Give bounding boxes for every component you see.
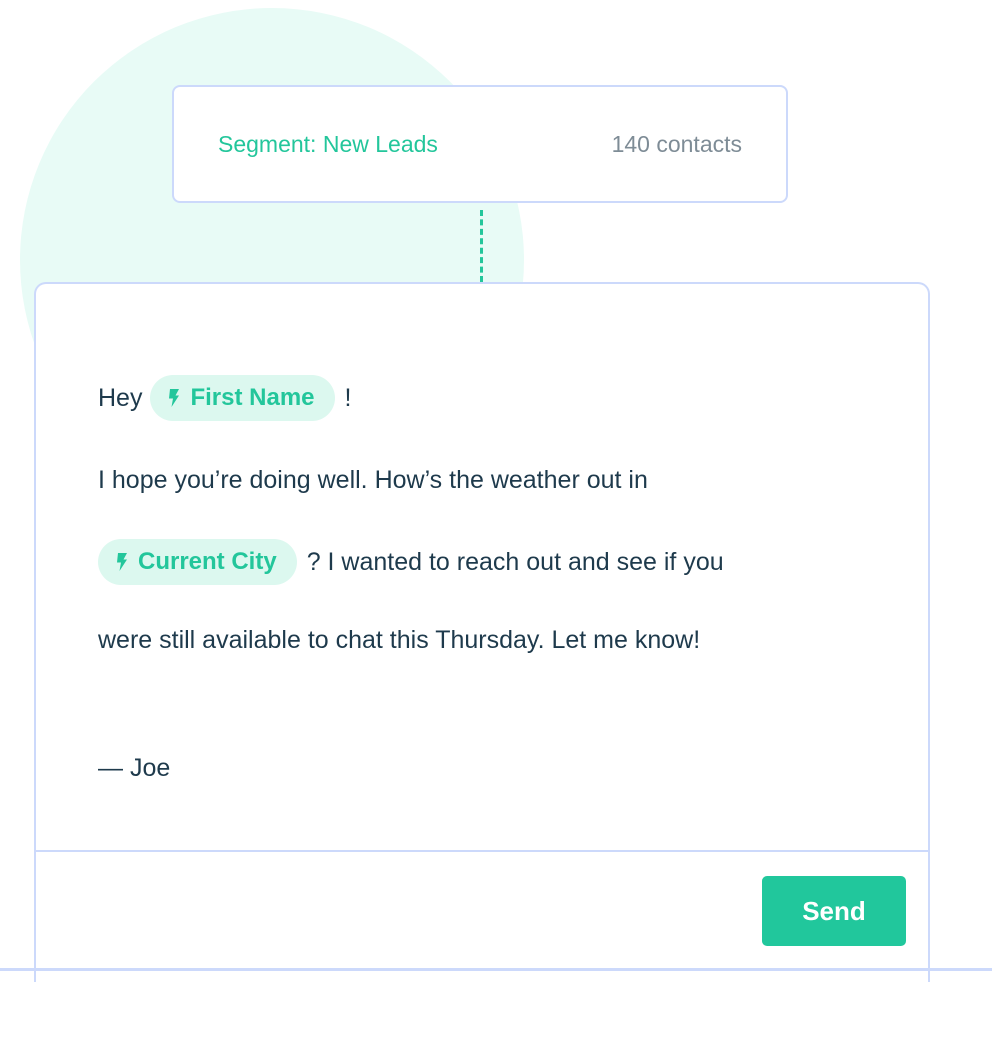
composer-footer-divider bbox=[36, 850, 928, 852]
merge-tag-label: First Name bbox=[190, 384, 315, 411]
merge-tag-current-city[interactable]: Current City bbox=[98, 539, 297, 585]
signature-line: — Joe bbox=[98, 746, 888, 790]
segment-card[interactable]: Segment: New Leads 140 contacts bbox=[172, 85, 788, 203]
segment-contact-count: 140 contacts bbox=[611, 130, 742, 157]
segment-connector-line bbox=[480, 210, 483, 282]
greeting-punctuation: ! bbox=[344, 383, 352, 412]
message-text: ? I wanted to reach out and see if you bbox=[306, 547, 724, 576]
greeting-line: Hey First Name ! bbox=[98, 375, 888, 421]
segment-label: Segment: New Leads bbox=[218, 130, 438, 157]
message-text: I hope you’re doing well. How’s the weat… bbox=[98, 465, 648, 494]
send-button[interactable]: Send bbox=[762, 876, 906, 946]
message-text: were still available to chat this Thursd… bbox=[98, 625, 701, 654]
greeting-text: Hey bbox=[98, 383, 143, 412]
lightning-icon bbox=[169, 389, 180, 407]
merge-tag-label: Current City bbox=[138, 548, 277, 575]
signature: — Joe bbox=[98, 753, 171, 782]
message-line: were still available to chat this Thursd… bbox=[98, 618, 888, 662]
message-composer: Hey First Name ! I hope you’re doing wel… bbox=[34, 282, 930, 982]
merge-tag-first-name[interactable]: First Name bbox=[150, 375, 335, 421]
message-body[interactable]: Hey First Name ! I hope you’re doing wel… bbox=[98, 375, 888, 790]
message-line: Current City ? I wanted to reach out and… bbox=[98, 539, 888, 585]
message-line: I hope you’re doing well. How’s the weat… bbox=[98, 458, 888, 502]
lightning-icon bbox=[117, 553, 127, 571]
bottom-divider bbox=[0, 968, 992, 971]
